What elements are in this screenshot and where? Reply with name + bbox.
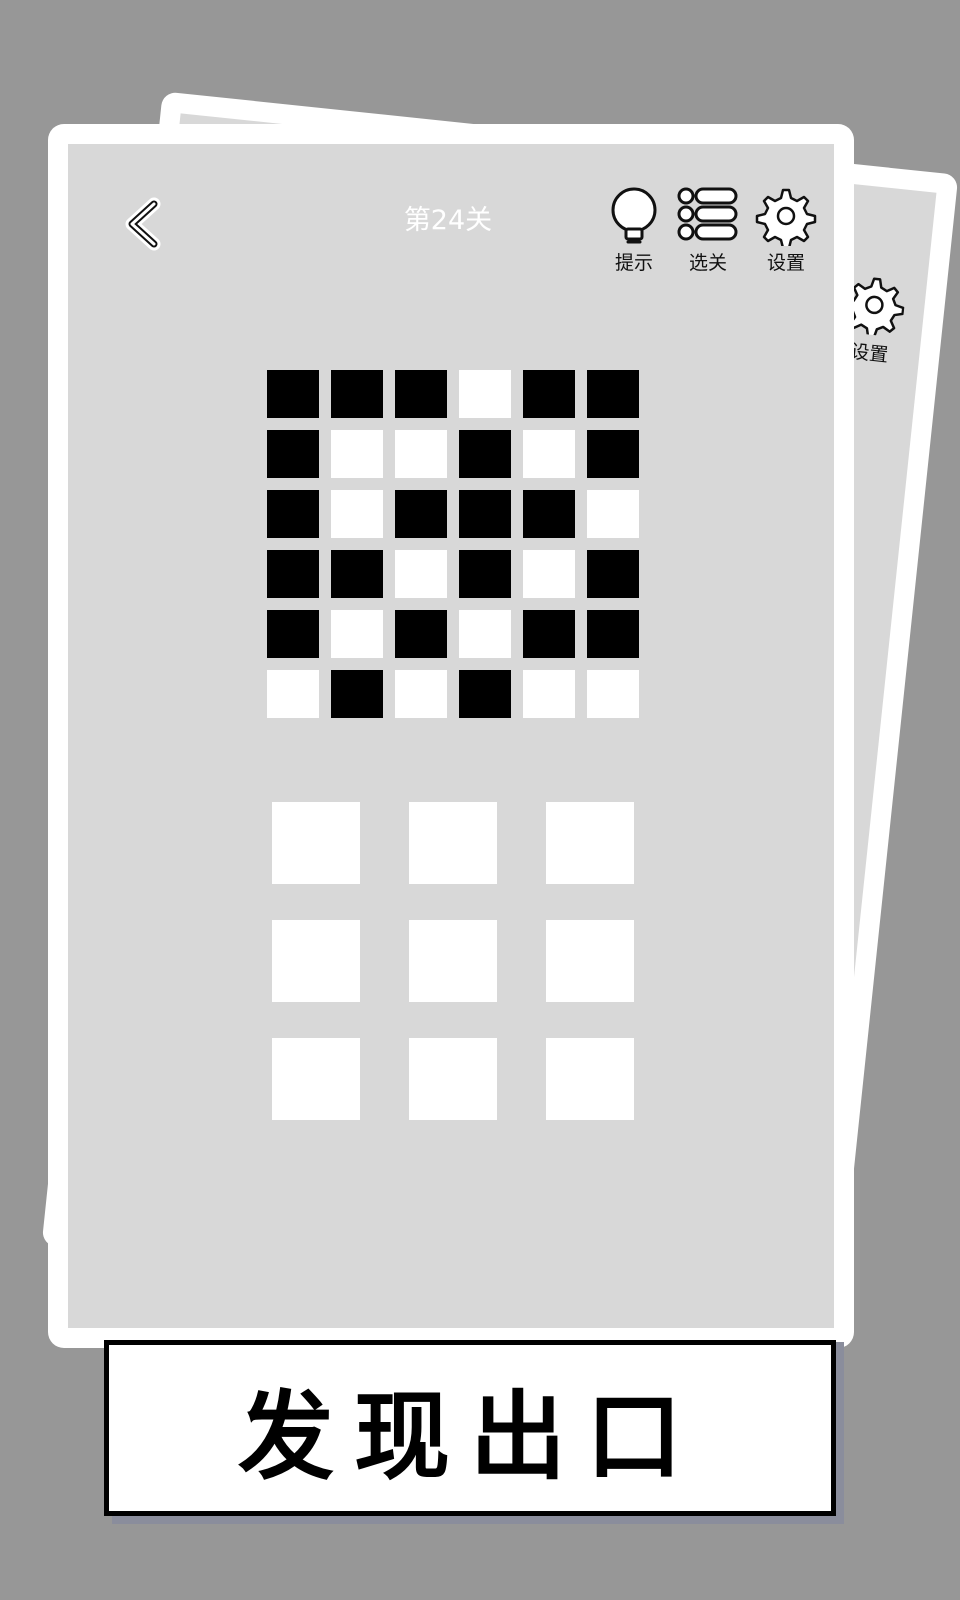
- grid-cell-black[interactable]: [587, 430, 639, 478]
- grid-cell-black[interactable]: [459, 490, 511, 538]
- grid-cell-white[interactable]: [523, 430, 575, 478]
- settings-label: 设置: [766, 252, 805, 274]
- grid-cell-black[interactable]: [331, 550, 383, 598]
- grid-cell-white[interactable]: [523, 550, 575, 598]
- grid-cell-white[interactable]: [267, 670, 319, 718]
- grid-cell-black[interactable]: [267, 610, 319, 658]
- grid-cell-white[interactable]: [395, 670, 447, 718]
- answer-tile[interactable]: [272, 920, 360, 1002]
- grid-cell-black[interactable]: [587, 370, 639, 418]
- answer-tile[interactable]: [546, 1038, 634, 1120]
- grid-cell-black[interactable]: [523, 370, 575, 418]
- grid-cell-white[interactable]: [331, 490, 383, 538]
- grid-cell-white[interactable]: [395, 430, 447, 478]
- grid-cell-black[interactable]: [331, 370, 383, 418]
- banner-text: 发现出口: [238, 1380, 702, 1493]
- lightbulb-icon: [611, 187, 657, 244]
- answer-tile[interactable]: [272, 802, 360, 884]
- answer-tile[interactable]: [546, 920, 634, 1002]
- hint-button[interactable]: 提示: [594, 186, 674, 282]
- level-title: 第24关: [403, 205, 493, 236]
- caption-banner: 发现出口: [104, 1340, 836, 1516]
- grid-cell-white[interactable]: [459, 370, 511, 418]
- answer-tile[interactable]: [409, 802, 497, 884]
- list-icon: [677, 187, 738, 241]
- grid-cell-white[interactable]: [395, 550, 447, 598]
- grid-cell-white[interactable]: [587, 490, 639, 538]
- grid-cell-black[interactable]: [459, 670, 511, 718]
- grid-cell-black[interactable]: [331, 670, 383, 718]
- grid-cell-black[interactable]: [395, 610, 447, 658]
- grid-cell-black[interactable]: [267, 430, 319, 478]
- answer-tile[interactable]: [409, 920, 497, 1002]
- grid-cell-black[interactable]: [587, 550, 639, 598]
- level-select-label: 选关: [688, 252, 727, 274]
- chevron-left-icon: [125, 197, 161, 251]
- grid-cell-black[interactable]: [523, 490, 575, 538]
- grid-cell-white[interactable]: [587, 670, 639, 718]
- back-button[interactable]: [116, 194, 172, 254]
- grid-cell-black[interactable]: [395, 370, 447, 418]
- level-select-button[interactable]: 选关: [668, 186, 748, 282]
- grid-cell-black[interactable]: [523, 610, 575, 658]
- grid-cell-white[interactable]: [331, 430, 383, 478]
- grid-cell-black[interactable]: [267, 490, 319, 538]
- answer-tile-grid: [272, 802, 634, 1124]
- grid-cell-white[interactable]: [331, 610, 383, 658]
- game-board: 第24关 提示 选关 设置: [68, 144, 834, 1328]
- grid-cell-white[interactable]: [523, 670, 575, 718]
- answer-tile[interactable]: [409, 1038, 497, 1120]
- grid-cell-black[interactable]: [587, 610, 639, 658]
- hint-label: 提示: [614, 252, 653, 274]
- gear-icon: [755, 188, 817, 246]
- grid-cell-black[interactable]: [395, 490, 447, 538]
- game-card: 第24关 提示 选关 设置: [48, 124, 854, 1348]
- grid-cell-white[interactable]: [459, 610, 511, 658]
- answer-tile[interactable]: [272, 1038, 360, 1120]
- pattern-grid: [267, 370, 639, 722]
- grid-cell-black[interactable]: [459, 430, 511, 478]
- settings-button[interactable]: 设置: [746, 186, 826, 282]
- grid-cell-black[interactable]: [267, 370, 319, 418]
- grid-cell-black[interactable]: [267, 550, 319, 598]
- grid-cell-black[interactable]: [459, 550, 511, 598]
- answer-tile[interactable]: [546, 802, 634, 884]
